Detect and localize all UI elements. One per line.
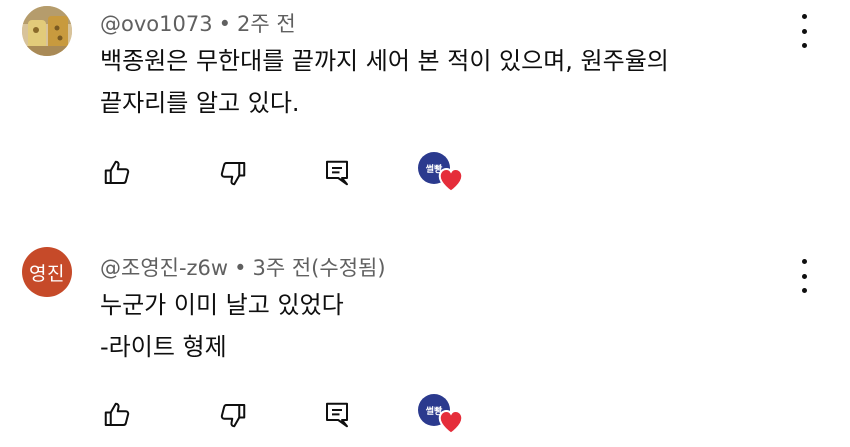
comment-text-line: 누군가 이미 날고 있었다 [100,291,344,319]
author-avatar[interactable] [22,6,72,56]
creator-heart-badge: 썰빵 [418,394,464,435]
comment-menu-button[interactable] [794,259,814,293]
author-handle[interactable]: @ovo1073 [100,12,213,36]
comment-text-line: 끝자리를 알고 있다. [100,89,300,117]
profile-photo-icon [22,6,72,56]
comment-time[interactable]: 3주 전(수정됨) [253,256,386,280]
author-avatar[interactable]: 영진 [22,247,72,297]
comment-reply-icon [326,402,348,428]
dislike-button[interactable] [216,156,250,190]
more-vert-icon [801,259,807,264]
creator-heart-badge: 썰빵 [418,152,464,193]
comment-time[interactable]: 2주 전 [237,12,296,36]
meta-separator: • [218,12,231,36]
creator-heart-icon [438,167,464,193]
thumb-down-icon [220,404,246,428]
thumb-up-icon [104,160,130,184]
comment-text: 누군가 이미 날고 있었다 -라이트 형제 [100,284,344,368]
reply-button[interactable] [320,156,354,190]
reply-button[interactable] [320,398,354,432]
more-vert-icon [801,14,807,19]
comment-text: 백종원은 무한대를 끝까지 세어 본 적이 있으며, 원주율의 끝자리를 알고 … [100,40,669,124]
comment-text-line: 백종원은 무한대를 끝까지 세어 본 적이 있으며, 원주율의 [100,47,669,75]
like-button[interactable] [100,398,134,432]
comment-item: @ovo1073 • 2주 전 백종원은 무한대를 끝까지 세어 본 적이 있으며,… [0,0,850,210]
comment-menu-button[interactable] [794,14,814,48]
comment-item: 영진 @조영진-z6w • 3주 전(수정됨) 누군가 이미 날고 있었다 -라이트… [0,236,850,447]
dislike-button[interactable] [216,398,250,432]
author-handle[interactable]: @조영진-z6w [100,256,228,280]
comment-meta: @조영진-z6w • 3주 전(수정됨) [100,252,386,282]
thumb-down-icon [220,162,246,186]
comment-meta: @ovo1073 • 2주 전 [100,8,296,38]
meta-separator: • [234,256,247,280]
thumb-up-icon [104,402,130,426]
like-button[interactable] [100,156,134,190]
creator-heart-icon [438,409,464,435]
comment-text-line: -라이트 형제 [100,333,227,361]
comment-reply-icon [326,160,348,186]
